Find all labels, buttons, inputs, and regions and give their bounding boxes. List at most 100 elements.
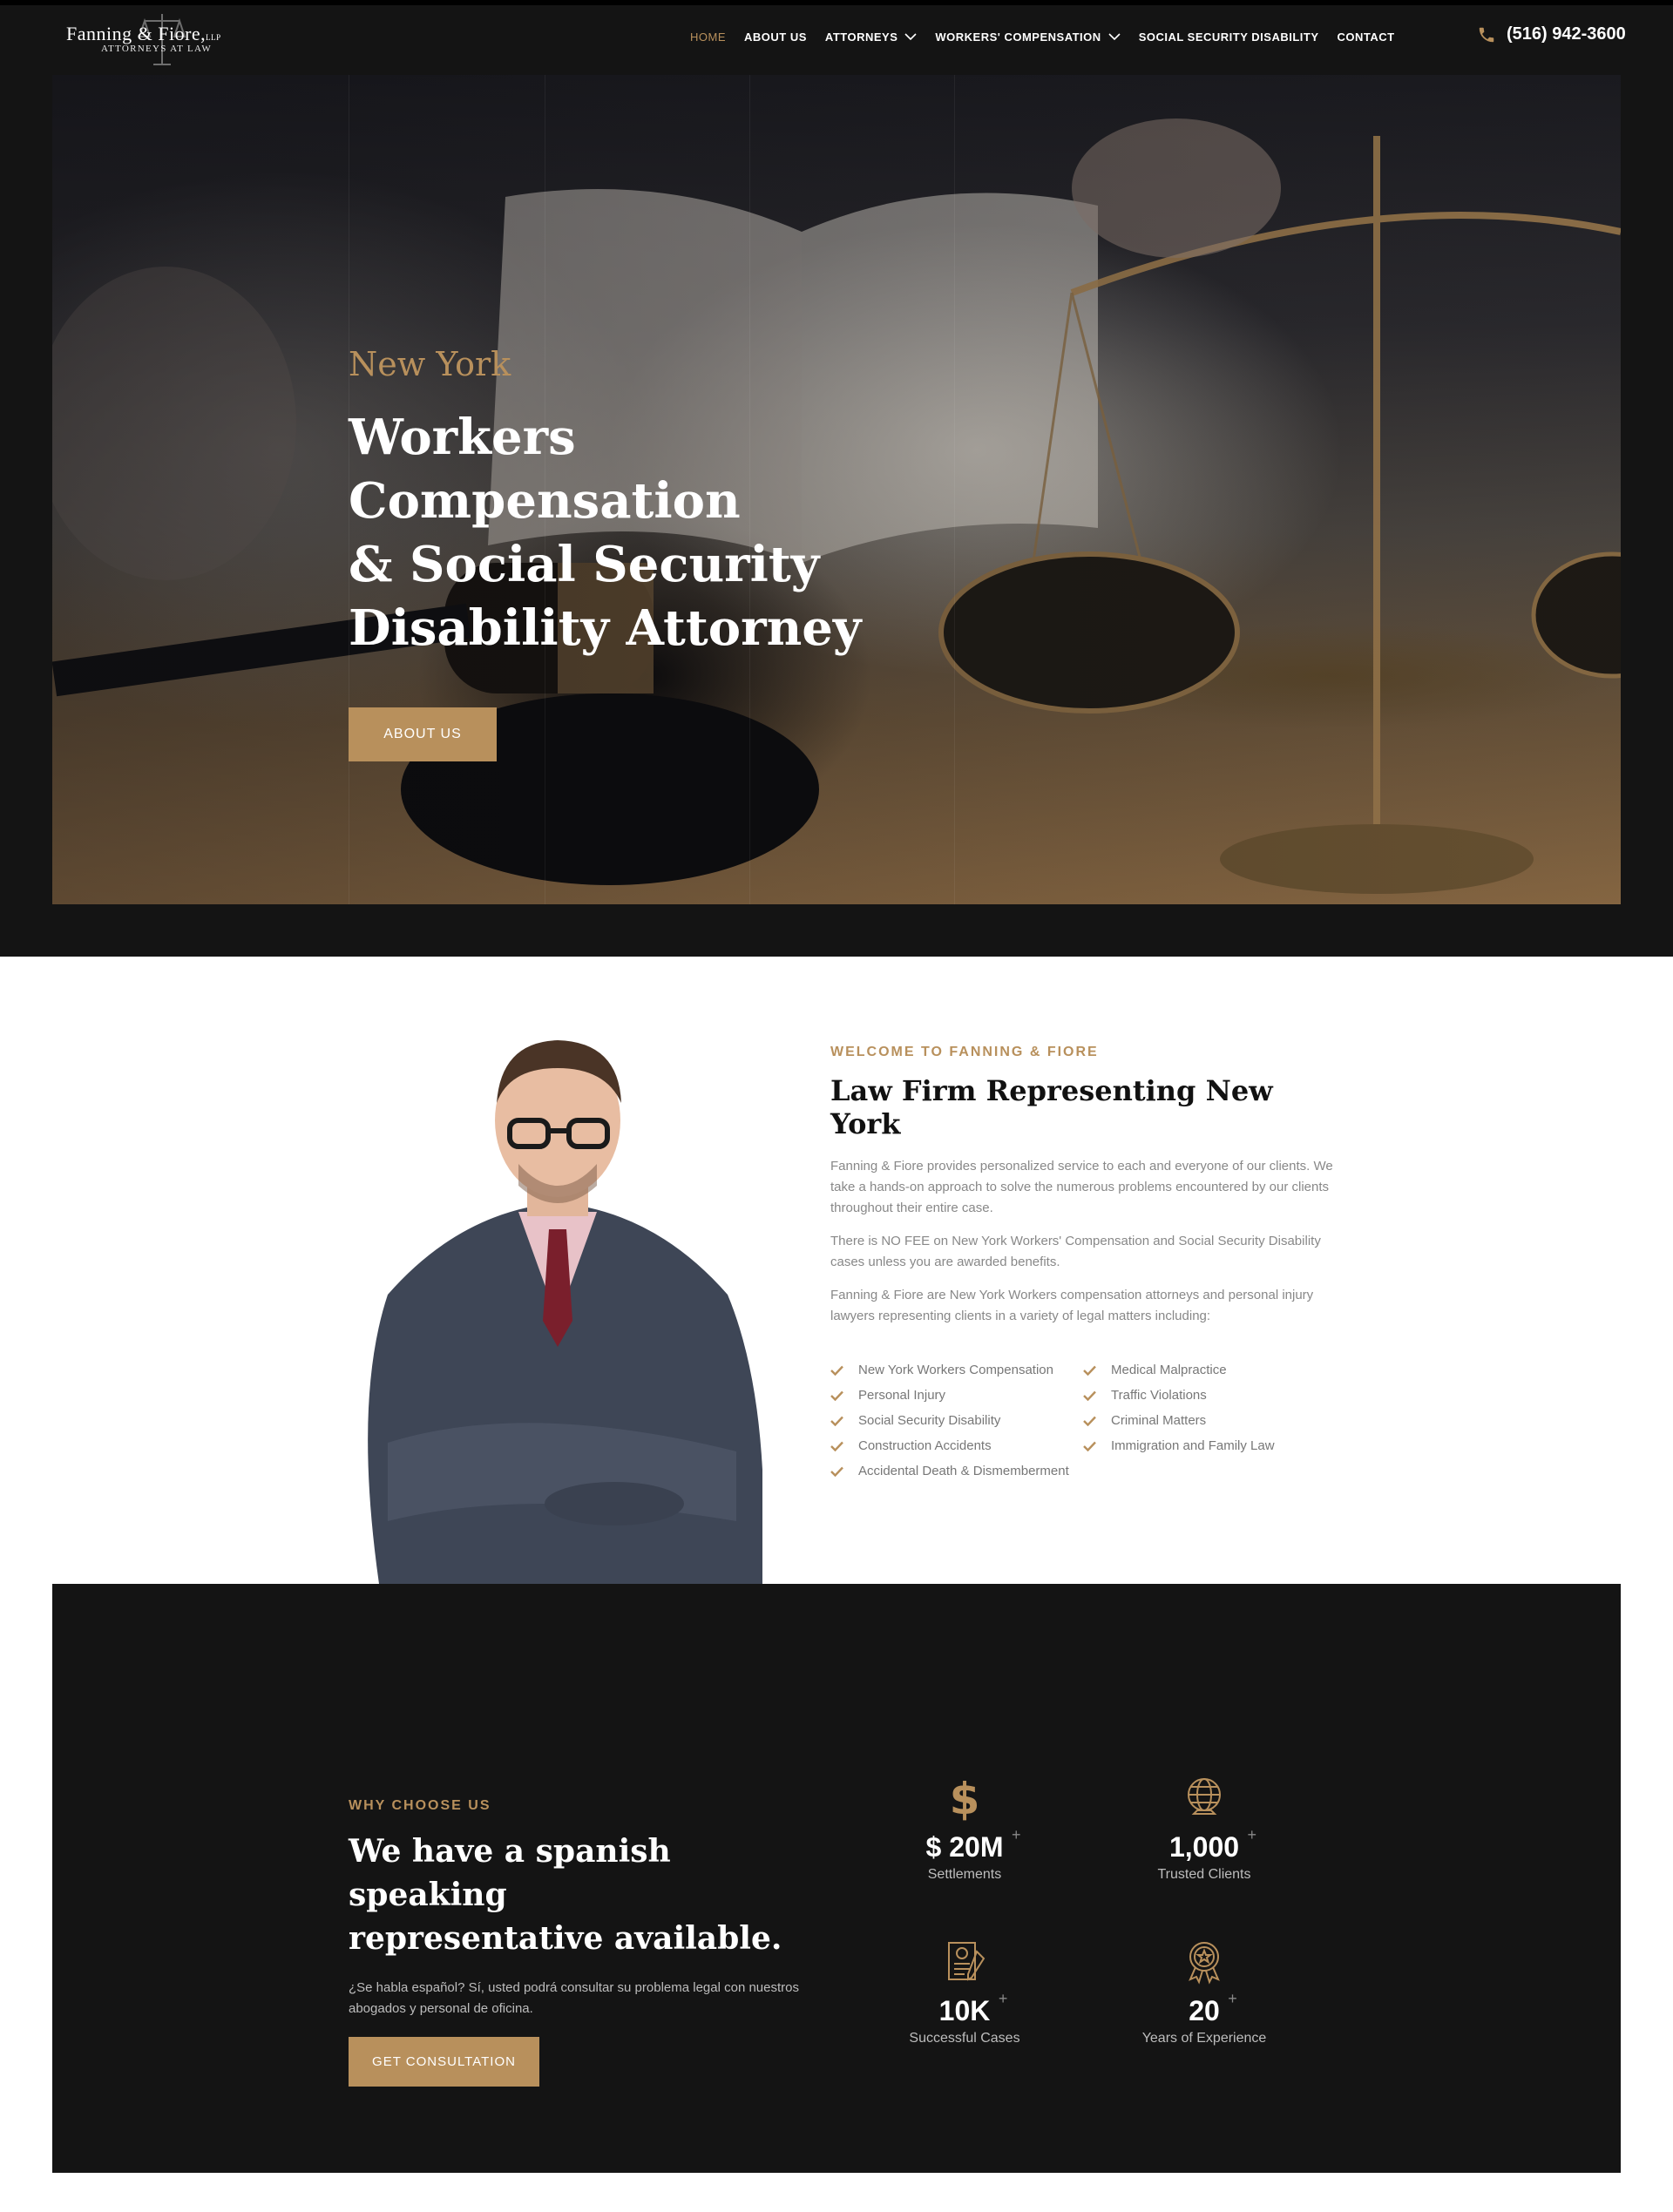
site-header: Fanning & Fiore,LLP ATTORNEYS AT LAW HOM… bbox=[0, 5, 1673, 75]
hero-title-line1: Workers Compensation bbox=[349, 409, 741, 530]
svg-text:$: $ bbox=[950, 1776, 980, 1821]
hero-banner: New York Workers Compensation & Social S… bbox=[52, 75, 1621, 904]
site-logo[interactable]: Fanning & Fiore,LLP ATTORNEYS AT LAW bbox=[66, 10, 258, 68]
why-content: WHY CHOOSE US We have a spanish speaking… bbox=[349, 1798, 802, 2087]
logo-suffix: LLP bbox=[206, 33, 221, 42]
check-icon bbox=[830, 1416, 843, 1426]
hero-content: New York Workers Compensation & Social S… bbox=[349, 345, 958, 761]
certificate-icon bbox=[948, 1942, 986, 1981]
stat-plus: + bbox=[1247, 1826, 1257, 1843]
why-title-line1: We have a spanish speaking bbox=[349, 1833, 671, 1913]
nav-attorneys[interactable]: ATTORNEYS bbox=[825, 30, 917, 44]
page-bottom-spacer bbox=[0, 2173, 1673, 2212]
welcome-paragraph: There is NO FEE on New York Workers' Com… bbox=[830, 1234, 1321, 1269]
list-item: New York Workers Compensation bbox=[830, 1357, 1083, 1383]
list-item-label: Construction Accidents bbox=[858, 1438, 992, 1453]
nav-attorneys-label: ATTORNEYS bbox=[824, 30, 898, 44]
stat-plus: + bbox=[998, 1990, 1008, 2007]
list-item: Immigration and Family Law bbox=[1083, 1433, 1310, 1458]
nav-contact-label: CONTACT bbox=[1337, 30, 1395, 44]
check-icon bbox=[830, 1390, 843, 1401]
list-item-label: Traffic Violations bbox=[1111, 1388, 1207, 1403]
nav-home-label: HOME bbox=[690, 30, 726, 44]
award-icon bbox=[1189, 1942, 1220, 1985]
globe-icon bbox=[1188, 1778, 1221, 1815]
hero-title: Workers Compensation & Social Security D… bbox=[349, 406, 958, 660]
check-icon bbox=[1083, 1441, 1096, 1451]
stat-successful-cases: 10K + Successful Cases bbox=[860, 1939, 1069, 2046]
stat-label: Settlements bbox=[927, 1867, 1002, 1882]
list-item-label: New York Workers Compensation bbox=[858, 1363, 1053, 1377]
chevron-down-icon bbox=[904, 33, 917, 41]
check-icon bbox=[1083, 1390, 1096, 1401]
list-item: Construction Accidents bbox=[830, 1433, 1083, 1458]
logo-subtitle: ATTORNEYS AT LAW bbox=[101, 44, 213, 54]
nav-about-us[interactable]: ABOUT US bbox=[744, 30, 807, 44]
dollar-icon: $ bbox=[950, 1776, 980, 1821]
stat-value-text: 1,000 bbox=[1168, 1831, 1240, 1863]
welcome-paragraph: Fanning & Fiore are New York Workers com… bbox=[830, 1288, 1314, 1323]
main-nav: HOME ABOUT US ATTORNEYS WORKERS' COMPENS… bbox=[690, 5, 1413, 68]
stat-plus: + bbox=[1011, 1826, 1021, 1843]
check-icon bbox=[830, 1365, 843, 1376]
stat-years-experience: 20 + Years of Experience bbox=[1100, 1939, 1309, 2046]
why-eyebrow: WHY CHOOSE US bbox=[349, 1798, 491, 1813]
welcome-paragraph: Fanning & Fiore provides personalized se… bbox=[830, 1159, 1333, 1215]
nav-home[interactable]: HOME bbox=[690, 30, 726, 44]
stat-trusted-clients: 1,000 + Trusted Clients bbox=[1100, 1776, 1309, 1883]
get-consultation-button[interactable]: GET CONSULTATION bbox=[349, 2037, 539, 2087]
nav-workers-compensation[interactable]: WORKERS' COMPENSATION bbox=[935, 30, 1121, 44]
list-item: Accidental Death & Dismemberment bbox=[830, 1458, 1083, 1484]
list-item: Medical Malpractice bbox=[1083, 1357, 1310, 1383]
stat-value: 10K + bbox=[938, 1990, 1008, 2027]
why-choose-us-section: WHY CHOOSE US We have a spanish speaking… bbox=[52, 1584, 1621, 2173]
check-icon bbox=[830, 1441, 843, 1451]
phone-icon bbox=[1479, 27, 1494, 42]
services-list: New York Workers Compensation Personal I… bbox=[830, 1357, 1336, 1484]
attorney-photo bbox=[368, 1040, 762, 1584]
welcome-title: Law Firm Representing New York bbox=[830, 1074, 1273, 1140]
list-item-label: Social Security Disability bbox=[858, 1413, 1001, 1428]
list-item: Social Security Disability bbox=[830, 1408, 1083, 1433]
services-column-right: Medical Malpractice Traffic Violations C… bbox=[1083, 1357, 1310, 1484]
top-section: Fanning & Fiore,LLP ATTORNEYS AT LAW HOM… bbox=[0, 0, 1673, 957]
stat-label: Years of Experience bbox=[1141, 2031, 1267, 2046]
stat-value: 20 + bbox=[1189, 1990, 1237, 2027]
logo-name: Fanning & Fiore,LLP bbox=[66, 23, 267, 45]
nav-workers-compensation-label: WORKERS' COMPENSATION bbox=[935, 30, 1101, 44]
welcome-content: WELCOME TO FANNING & FIORE Law Firm Repr… bbox=[830, 1045, 1336, 1484]
phone-link[interactable]: (516) 942-3600 bbox=[1477, 24, 1626, 44]
why-title: We have a spanish speaking representativ… bbox=[349, 1830, 802, 1960]
nav-ssd-label: SOCIAL SECURITY DISABILITY bbox=[1138, 30, 1319, 44]
welcome-eyebrow: WELCOME TO FANNING & FIORE bbox=[830, 1045, 1099, 1059]
welcome-section: WELCOME TO FANNING & FIORE Law Firm Repr… bbox=[0, 957, 1673, 1584]
check-icon bbox=[1083, 1416, 1096, 1426]
chevron-down-icon bbox=[1108, 33, 1121, 41]
nav-social-security-disability[interactable]: SOCIAL SECURITY DISABILITY bbox=[1139, 30, 1319, 44]
stat-label: Trusted Clients bbox=[1157, 1867, 1251, 1882]
hero-title-line3: Disability Attorney bbox=[349, 599, 862, 657]
list-item-label: Criminal Matters bbox=[1111, 1413, 1207, 1428]
list-item: Criminal Matters bbox=[1083, 1408, 1310, 1433]
stat-value-text: 20 bbox=[1189, 1995, 1220, 2026]
about-us-button[interactable]: ABOUT US bbox=[349, 707, 497, 761]
hero-eyebrow: New York bbox=[349, 345, 511, 383]
stat-value-text: 10K bbox=[938, 1995, 991, 2026]
stat-value-text: $ 20M bbox=[925, 1831, 1004, 1863]
stat-label: Successful Cases bbox=[909, 2031, 1020, 2046]
nav-contact[interactable]: CONTACT bbox=[1338, 30, 1395, 44]
phone-number: (516) 942-3600 bbox=[1507, 24, 1626, 44]
list-item-label: Accidental Death & Dismemberment bbox=[858, 1464, 1069, 1478]
list-item-label: Immigration and Family Law bbox=[1111, 1438, 1275, 1453]
list-item: Traffic Violations bbox=[1083, 1383, 1310, 1408]
list-item: Personal Injury bbox=[830, 1383, 1083, 1408]
list-item-label: Personal Injury bbox=[858, 1388, 946, 1403]
services-column-left: New York Workers Compensation Personal I… bbox=[830, 1357, 1083, 1484]
stat-value: 1,000 + bbox=[1168, 1826, 1256, 1864]
check-icon bbox=[1083, 1365, 1096, 1376]
hero-title-line2: & Social Security bbox=[349, 536, 820, 593]
stat-settlements: $ $ 20M + Settlements bbox=[860, 1776, 1069, 1883]
stat-plus: + bbox=[1228, 1990, 1237, 2007]
why-paragraph: ¿Se habla español? Sí, usted podrá consu… bbox=[349, 1980, 799, 2016]
stat-value: $ 20M + bbox=[925, 1826, 1021, 1864]
